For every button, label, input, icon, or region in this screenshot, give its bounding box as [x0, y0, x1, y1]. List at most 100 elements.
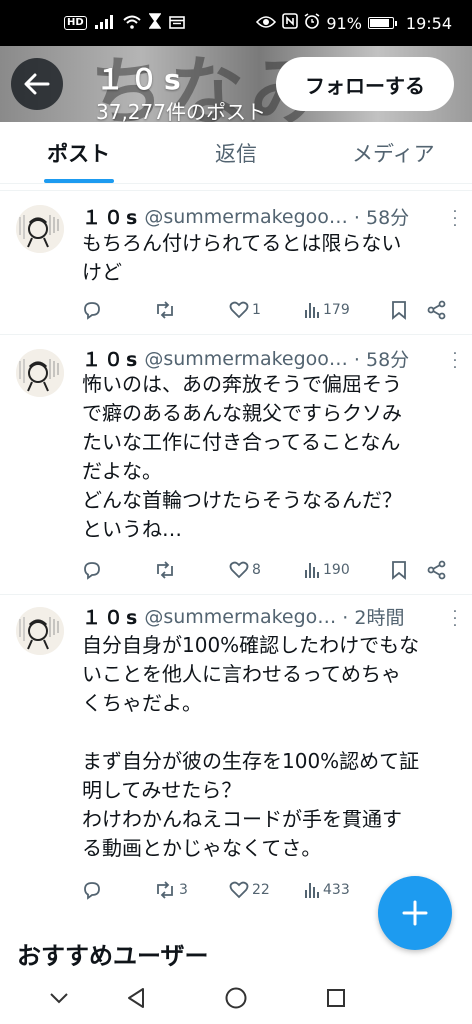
repost-button[interactable]: 3	[154, 881, 229, 899]
like-count: 22	[252, 882, 270, 898]
wifi-icon	[123, 14, 141, 33]
post[interactable]: １０s @summermakegoo… · 58分 · · · 怖いのは、あの奔放そ…	[0, 334, 472, 594]
eye-icon	[256, 14, 277, 33]
alarm-icon	[304, 13, 320, 33]
views-button[interactable]: 179	[304, 301, 391, 319]
share-button[interactable]	[427, 300, 447, 320]
hourglass-icon	[148, 13, 162, 33]
share-icon	[427, 300, 446, 320]
nav-back-button[interactable]	[122, 984, 150, 1012]
signal-icon	[94, 14, 115, 33]
compose-button[interactable]	[378, 876, 452, 950]
view-count: 433	[323, 882, 350, 898]
calendar-icon	[168, 14, 185, 33]
repost-count: 3	[179, 882, 188, 898]
views-icon	[305, 883, 319, 898]
tab-replies[interactable]: 返信	[157, 122, 314, 183]
battery-percent: 91%	[326, 13, 362, 33]
repost-button[interactable]	[154, 301, 229, 319]
hd-badge: HD	[64, 16, 87, 30]
chevron-down-icon	[50, 993, 68, 1004]
post-header: １０s @summermakegoo… · 58分	[82, 345, 460, 372]
post-count: 37,277件のポスト	[96, 100, 266, 122]
plus-icon	[402, 900, 428, 926]
battery-icon	[367, 17, 397, 29]
nav-collapse-button[interactable]	[45, 984, 73, 1012]
post[interactable]: １０s @summermakegoo… · 58分 · · · もちろん付けられてる…	[0, 190, 472, 334]
bookmark-button[interactable]	[391, 560, 427, 580]
post-author-name[interactable]: １０s	[82, 345, 140, 372]
share-icon	[427, 560, 446, 580]
post-header: １０s @summermakego… · 2時間	[82, 603, 460, 630]
views-icon	[305, 563, 319, 578]
like-button[interactable]: 22	[229, 881, 304, 899]
battery-fill	[369, 19, 389, 27]
share-button[interactable]	[427, 560, 447, 580]
system-nav-bar	[0, 972, 472, 1024]
bookmark-button[interactable]	[391, 300, 427, 320]
status-bar: HD 91% 19:54	[0, 0, 472, 46]
reply-button[interactable]	[82, 300, 154, 320]
post[interactable]: １０s @summermakego… · 2時間 · · · 自分自身が100%確認…	[0, 594, 472, 916]
post-text: 自分自身が100%確認したわけでもな いことを他人に言わせるってめちゃ くちゃだ…	[82, 633, 420, 860]
avatar[interactable]	[16, 349, 64, 397]
nfc-icon	[282, 13, 299, 33]
triangle-back-icon	[128, 988, 144, 1008]
post-text: 怖いのは、あの奔放そうで偏屈そう で癖のあるあんな親父ですらクソみ たいな工作に…	[82, 372, 402, 541]
reply-button[interactable]	[82, 880, 154, 900]
post-author-handle[interactable]: @summermakegoo…	[144, 348, 348, 370]
reply-button[interactable]	[82, 560, 154, 580]
reply-icon	[84, 302, 100, 320]
reply-icon	[84, 882, 100, 900]
repost-button[interactable]	[154, 561, 229, 579]
avatar[interactable]	[16, 205, 64, 253]
profile-header: ちなみ １０s 37,277件のポスト フォローする	[0, 46, 472, 122]
post-author-handle[interactable]: @summermakegoo…	[144, 206, 348, 228]
recommended-users-title: おすすめユーザー	[17, 942, 209, 970]
nav-home-button[interactable]	[222, 984, 250, 1012]
post-timestamp[interactable]: · 58分	[354, 345, 409, 372]
more-options-icon[interactable]: · · ·	[452, 605, 458, 633]
post-timestamp[interactable]: · 2時間	[342, 603, 404, 630]
like-button[interactable]: 1	[229, 301, 304, 319]
more-options-icon[interactable]: · · ·	[452, 205, 458, 233]
heart-icon	[229, 561, 249, 579]
profile-tabs: ポスト 返信 メディア	[0, 122, 472, 184]
bookmark-icon	[392, 561, 406, 580]
view-count: 179	[323, 302, 350, 318]
follow-button[interactable]: フォローする	[276, 57, 454, 111]
like-count: 1	[252, 302, 261, 318]
views-button[interactable]: 433	[304, 881, 391, 899]
post-author-name[interactable]: １０s	[82, 203, 140, 230]
circle-home-icon	[225, 987, 247, 1009]
post-actions: 1 179	[82, 298, 458, 322]
clock: 19:54	[405, 13, 452, 33]
tab-media[interactable]: メディア	[315, 122, 472, 183]
post-timestamp[interactable]: · 58分	[354, 203, 409, 230]
more-options-icon[interactable]: · · ·	[452, 347, 458, 375]
repost-icon	[157, 561, 173, 579]
bookmark-icon	[392, 301, 406, 320]
post-text: もちろん付けられてるとは限らない けど	[82, 231, 402, 284]
heart-icon	[229, 881, 249, 899]
square-recents-icon	[327, 989, 345, 1007]
post-author-handle[interactable]: @summermakego…	[144, 606, 336, 628]
like-count: 8	[252, 562, 261, 578]
heart-icon	[229, 301, 249, 319]
nav-recents-button[interactable]	[322, 984, 350, 1012]
reply-icon	[84, 562, 100, 580]
arrow-left-icon	[24, 73, 50, 95]
repost-icon	[157, 301, 173, 319]
view-count: 190	[323, 562, 350, 578]
back-button[interactable]	[11, 58, 63, 110]
tab-posts[interactable]: ポスト	[0, 122, 157, 183]
post-actions: 8 190	[82, 558, 458, 582]
post-author-name[interactable]: １０s	[82, 603, 140, 630]
profile-name: １０s	[96, 63, 187, 96]
avatar[interactable]	[16, 607, 64, 655]
views-button[interactable]: 190	[304, 561, 391, 579]
post-header: １０s @summermakegoo… · 58分	[82, 203, 460, 230]
like-button[interactable]: 8	[229, 561, 304, 579]
repost-icon	[157, 881, 173, 899]
views-icon	[305, 303, 319, 318]
